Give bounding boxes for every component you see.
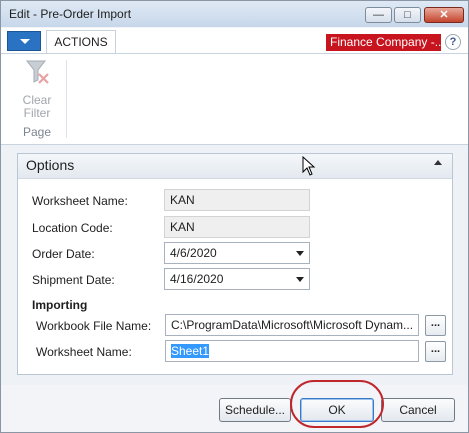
location-code-field: KAN <box>164 216 310 238</box>
schedule-button[interactable]: Schedule... <box>219 398 291 422</box>
maximize-button[interactable]: □ <box>394 7 421 23</box>
importing-worksheet-name-field[interactable]: Sheet1 <box>165 340 419 362</box>
title-bar: Edit - Pre-Order Import — □ ✕ <box>1 1 468 27</box>
workbook-assist-button[interactable]: ... <box>425 315 446 336</box>
pre-order-import-window: Edit - Pre-Order Import — □ ✕ ACTIONS Fi… <box>0 0 469 433</box>
options-panel: Options Worksheet Name: KAN Location Cod… <box>17 153 453 375</box>
clear-filter-button[interactable]: Clear Filter <box>15 58 59 120</box>
options-title: Options <box>26 157 75 173</box>
ribbon-tab-bar: ACTIONS Finance Company -... ? <box>1 28 468 54</box>
location-code-label: Location Code: <box>32 221 113 235</box>
ribbon-group-divider <box>66 60 67 138</box>
content-area: Options Worksheet Name: KAN Location Cod… <box>1 145 468 385</box>
tab-actions[interactable]: ACTIONS <box>46 30 116 53</box>
importing-heading: Importing <box>32 298 88 312</box>
worksheet-name-selection: Sheet1 <box>171 344 210 358</box>
order-date-field[interactable]: 4/6/2020 <box>164 242 310 264</box>
worksheet-name-field: KAN <box>164 189 310 211</box>
company-badge[interactable]: Finance Company -... <box>326 34 441 51</box>
shipment-date-dropdown-icon[interactable] <box>296 277 304 282</box>
close-button[interactable]: ✕ <box>424 7 464 23</box>
importing-worksheet-name-label: Worksheet Name: <box>36 345 132 359</box>
application-menu-button[interactable] <box>7 31 41 51</box>
minimize-icon: — <box>373 9 384 21</box>
cancel-button[interactable]: Cancel <box>381 398 455 422</box>
worksheet-name-label: Worksheet Name: <box>32 194 128 208</box>
window-title: Edit - Pre-Order Import <box>9 7 132 21</box>
ribbon-group-label: Page <box>22 125 52 139</box>
order-date-dropdown-icon[interactable] <box>296 251 304 256</box>
ok-highlight-annotation <box>290 380 384 428</box>
help-icon[interactable]: ? <box>445 34 461 50</box>
dropdown-arrow-icon <box>20 39 30 44</box>
clear-filter-icon <box>25 60 49 84</box>
collapse-icon[interactable] <box>434 160 442 165</box>
shipment-date-value: 4/16/2020 <box>170 272 224 286</box>
ribbon: Clear Filter Page <box>1 54 468 145</box>
clear-filter-label-line2: Filter <box>23 106 51 120</box>
close-icon: ✕ <box>439 9 449 21</box>
shipment-date-label: Shipment Date: <box>32 273 115 287</box>
maximize-icon: □ <box>404 9 411 21</box>
worksheet-assist-button[interactable]: ... <box>425 341 446 362</box>
workbook-file-name-label: Workbook File Name: <box>36 319 152 333</box>
minimize-button[interactable]: — <box>365 7 392 23</box>
clear-filter-label: Clear Filter <box>15 94 59 120</box>
mouse-cursor-icon <box>302 156 316 176</box>
order-date-label: Order Date: <box>32 247 95 261</box>
options-header[interactable]: Options <box>18 154 452 179</box>
order-date-value: 4/6/2020 <box>170 246 217 260</box>
shipment-date-field[interactable]: 4/16/2020 <box>164 268 310 290</box>
workbook-file-name-field[interactable]: C:\ProgramData\Microsoft\Microsoft Dynam… <box>165 314 419 336</box>
